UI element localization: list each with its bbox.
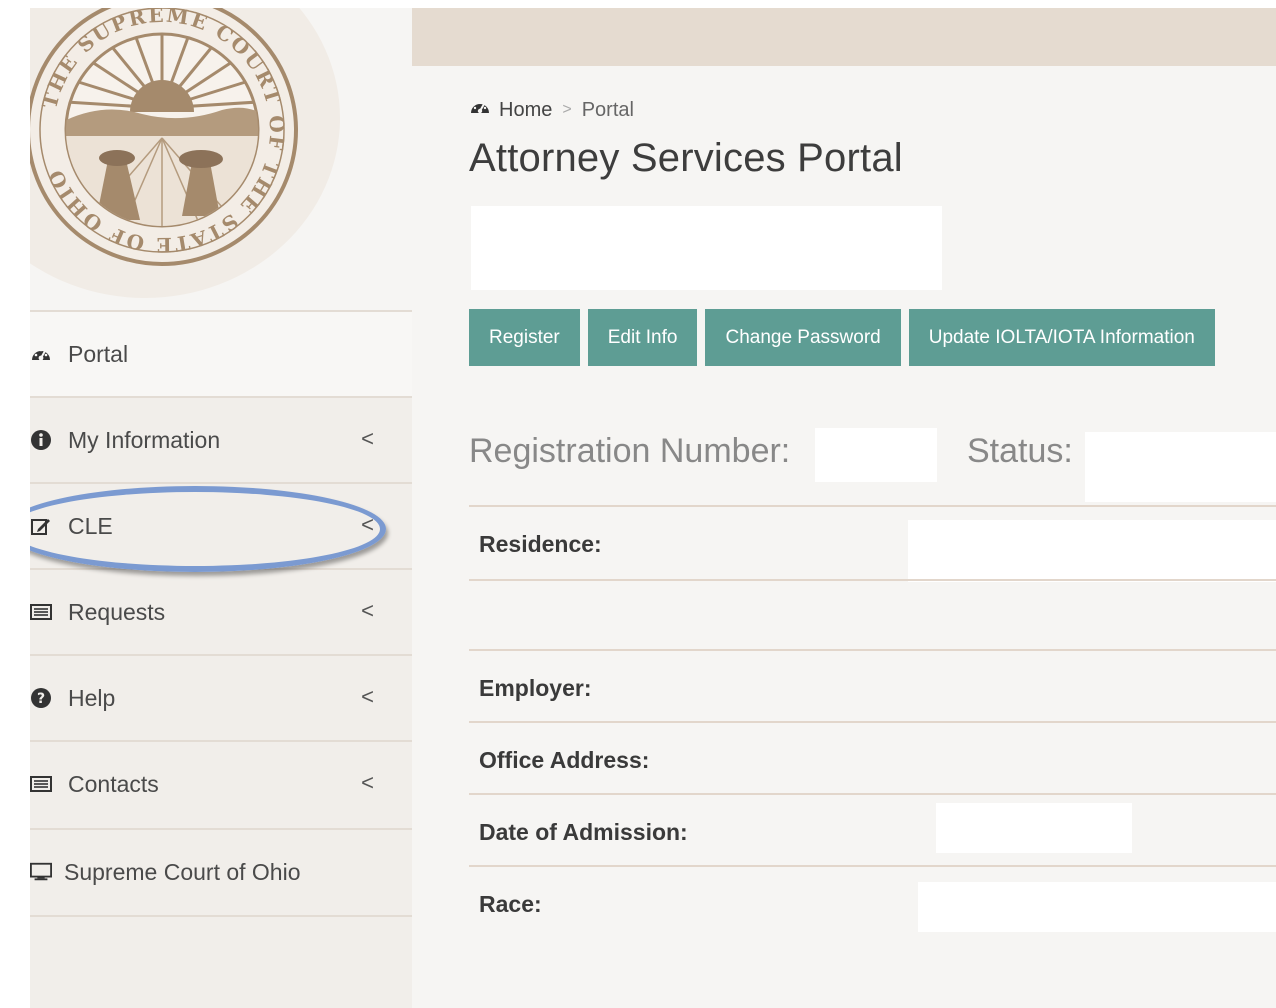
breadcrumb-separator: > [562, 101, 572, 118]
sidebar-item-label: Help [68, 684, 116, 711]
redacted-registration-number [815, 428, 937, 482]
sidebar-divider [30, 915, 412, 917]
action-button-row: Register Edit Info Change Password Updat… [469, 309, 1223, 366]
edit-info-button[interactable]: Edit Info [587, 309, 698, 366]
office-address-label: Office Address: [479, 747, 650, 773]
dashboard-icon [30, 343, 52, 365]
sidebar-item-my-information[interactable]: My Information < [30, 396, 412, 482]
redacted-status-value [1085, 432, 1276, 502]
svg-text:?: ? [37, 691, 45, 707]
supreme-court-seal-logo[interactable]: THE SUPREME COURT OF THE STATE OF OHIO [30, 8, 302, 270]
sidebar-item-help[interactable]: ? Help < [30, 654, 412, 740]
app-window: THE SUPREME COURT OF THE STATE OF OHIO P… [30, 8, 1276, 1008]
chevron-left-icon: < [361, 426, 374, 451]
sidebar-item-portal[interactable]: Portal [30, 310, 412, 396]
sidebar-item-cle[interactable]: CLE < [30, 482, 412, 568]
residence-continued-row [469, 579, 1276, 649]
list-icon [30, 773, 52, 795]
sidebar-item-supreme-court-of-ohio[interactable]: Supreme Court of Ohio [30, 828, 412, 914]
sidebar-item-label: My Information [68, 426, 221, 453]
edit-icon [30, 515, 52, 537]
chevron-left-icon: < [361, 770, 374, 795]
employer-label: Employer: [479, 675, 592, 701]
breadcrumb: Home > Portal [469, 96, 634, 124]
residence-label: Residence: [479, 531, 602, 557]
main-content: Home > Portal Attorney Services Portal R… [469, 8, 1276, 1008]
sidebar-item-label: Contacts [68, 770, 159, 797]
list-icon [30, 601, 52, 623]
registration-number-label: Registration Number: [469, 432, 791, 470]
redacted-race-value [918, 882, 1276, 932]
office-address-row: Office Address: [469, 721, 1276, 793]
breadcrumb-home-link[interactable]: Home [499, 99, 552, 122]
sidebar-item-label: Requests [68, 598, 166, 625]
change-password-button[interactable]: Change Password [705, 309, 901, 366]
status-label: Status: [967, 432, 1073, 470]
sidebar-item-requests[interactable]: Requests < [30, 568, 412, 654]
race-label: Race: [479, 891, 542, 917]
chevron-left-icon: < [361, 512, 374, 537]
info-icon [30, 429, 52, 451]
page-title: Attorney Services Portal [469, 136, 903, 180]
logo-area: THE SUPREME COURT OF THE STATE OF OHIO [30, 8, 412, 310]
sidebar-item-contacts[interactable]: Contacts < [30, 740, 412, 826]
sidebar-item-label: Supreme Court of Ohio [64, 858, 301, 885]
redacted-name-block [471, 206, 942, 290]
admission-date-label: Date of Admission: [479, 819, 688, 845]
monitor-icon [30, 861, 52, 883]
sidebar-item-label: Portal [68, 340, 129, 367]
question-icon: ? [30, 687, 52, 709]
register-button[interactable]: Register [469, 309, 580, 366]
employer-row: Employer: [469, 649, 1276, 721]
update-iolta-button[interactable]: Update IOLTA/IOTA Information [908, 309, 1215, 366]
sidebar-item-label: CLE [68, 512, 113, 539]
chevron-left-icon: < [361, 598, 374, 623]
breadcrumb-current: Portal [581, 98, 634, 121]
admission-date-row: Date of Admission: [469, 793, 1276, 865]
chevron-left-icon: < [361, 684, 374, 709]
redacted-admission-date [936, 803, 1132, 853]
sidebar: Portal My Information < CLE < Requests < [30, 310, 412, 1008]
dashboard-icon [469, 97, 491, 123]
redacted-residence-value [908, 520, 1276, 582]
